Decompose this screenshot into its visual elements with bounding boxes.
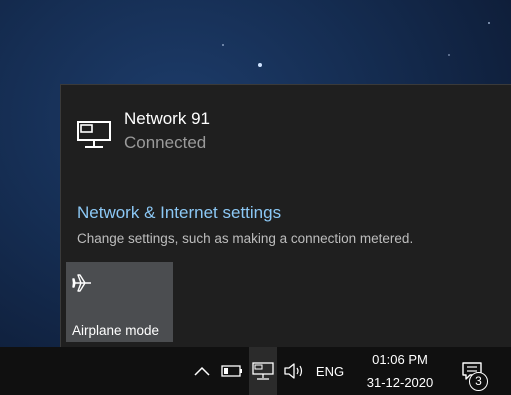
network-name: Network 91 [124,109,210,128]
wallpaper-star [258,63,262,67]
airplane-icon [72,274,91,292]
wallpaper-star [448,54,450,56]
show-hidden-icons-button[interactable] [190,347,214,395]
airplane-mode-label: Airplane mode [72,323,160,338]
wallpaper-star [488,22,490,24]
network-settings-description: Change settings, such as making a connec… [77,231,414,246]
network-settings-link[interactable]: Network & Internet settings [77,203,281,223]
ethernet-monitor-icon [77,121,111,148]
clock-time: 01:06 PM [372,352,428,367]
network-status: Connected [124,133,207,152]
network-icon [252,362,274,380]
input-language-indicator[interactable]: ENG [311,347,349,395]
clock[interactable]: 01:06 PM 31-12-2020 [352,347,448,395]
volume-icon [284,363,303,379]
notification-count-badge: 3 [469,372,488,391]
airplane-mode-tile[interactable]: Airplane mode [66,262,173,342]
battery-button[interactable] [218,347,246,395]
taskbar: ENG 01:06 PM 31-12-2020 [0,347,511,395]
network-tray-button[interactable] [249,347,277,395]
clock-date: 31-12-2020 [366,375,434,390]
volume-button[interactable] [280,347,308,395]
network-flyout: Network 91 Connected Network & Internet … [60,84,511,347]
chevron-up-icon [194,366,210,376]
wallpaper-star [222,44,224,46]
battery-icon [221,365,242,377]
network-entry[interactable]: Network 91 Connected [61,85,511,165]
